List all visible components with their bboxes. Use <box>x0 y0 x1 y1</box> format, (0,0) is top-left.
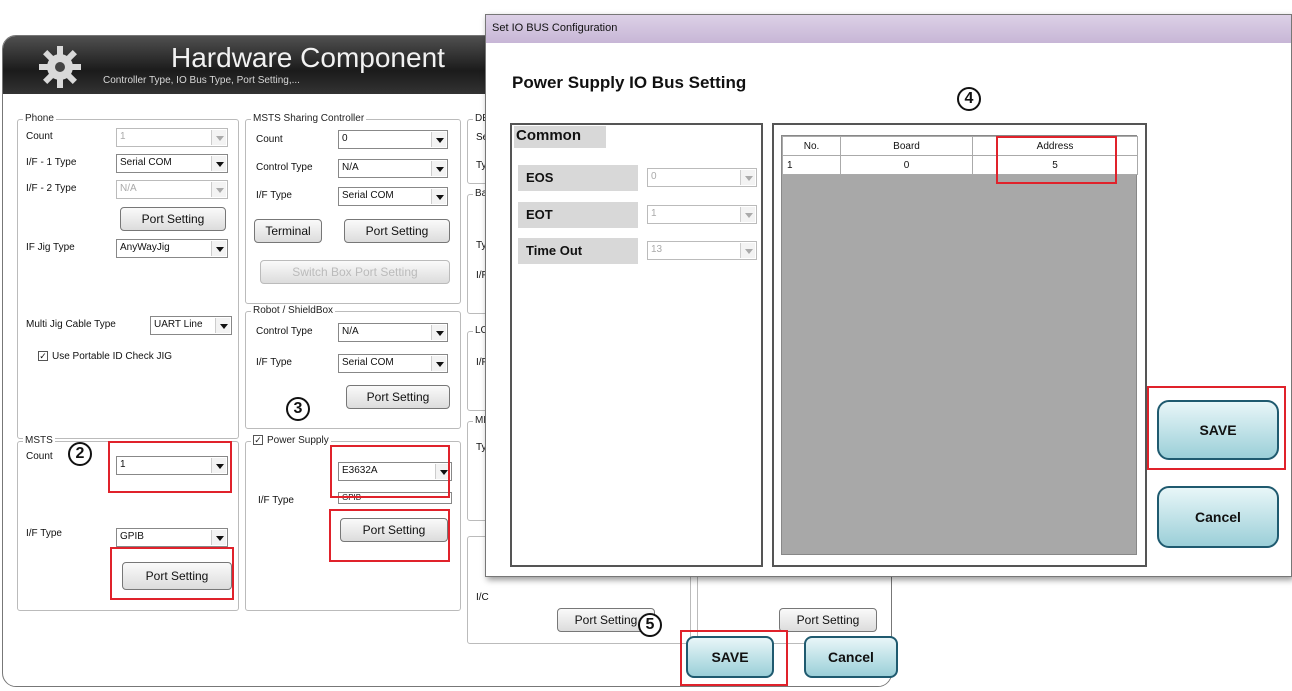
timeout-label: Time Out <box>518 238 638 264</box>
highlight-main-save <box>680 630 788 686</box>
msts-group-title: MSTS <box>23 435 55 446</box>
chevron-down-icon <box>431 189 446 204</box>
eos-label: EOS <box>518 165 638 191</box>
chevron-down-icon <box>740 170 755 185</box>
callout-2: 2 <box>68 442 92 466</box>
dialog-heading: Power Supply IO Bus Setting <box>512 73 747 92</box>
chevron-down-icon <box>740 207 755 222</box>
callout-4: 4 <box>957 87 981 111</box>
sharing-count-label: Count <box>256 134 283 145</box>
phone-if2-select[interactable]: N/A <box>116 180 228 199</box>
chevron-down-icon <box>211 182 226 197</box>
main-cancel-button[interactable]: Cancel <box>804 636 898 678</box>
switch-box-port-setting-button[interactable]: Switch Box Port Setting <box>260 260 450 284</box>
checkbox-checked-icon: ✓ <box>38 351 48 362</box>
portable-check[interactable]: ✓ Use Portable ID Check JIG <box>38 351 172 362</box>
phone-count-select[interactable]: 1 <box>116 128 228 147</box>
highlight-power-model <box>330 445 450 498</box>
highlight-msts-port <box>110 547 234 600</box>
phone-group: Phone Count 1 I/F - 1 Type Serial COM I/… <box>17 113 239 439</box>
eot-select[interactable]: 1 <box>647 205 757 224</box>
callout-3: 3 <box>286 397 310 421</box>
dialog-title-bar: Set IO BUS Configuration <box>486 15 1291 43</box>
checkbox-checked-icon: ✓ <box>253 435 263 446</box>
address-grid-panel: No. Board Address 1 0 5 <box>772 123 1147 567</box>
phone-jig-label: IF Jig Type <box>26 242 75 253</box>
cell-no: 1 <box>782 155 841 175</box>
phone-multi-select[interactable]: UART Line <box>150 316 232 335</box>
phone-port-setting-button[interactable]: Port Setting <box>120 207 226 231</box>
phone-if1-select[interactable]: Serial COM <box>116 154 228 173</box>
msts-if-label: I/F Type <box>26 528 62 539</box>
chevron-down-icon <box>431 132 446 147</box>
power-group-title[interactable]: ✓ Power Supply <box>251 435 331 446</box>
robot-if-select[interactable]: Serial COM <box>338 354 448 373</box>
sharing-if-select[interactable]: Serial COM <box>338 187 448 206</box>
common-label: Common <box>514 126 606 148</box>
chevron-down-icon <box>211 130 226 145</box>
sharing-port-setting-button[interactable]: Port Setting <box>344 219 450 243</box>
sharing-count-select[interactable]: 0 <box>338 130 448 149</box>
msts-count-label: Count <box>26 451 53 462</box>
robot-port-setting-button[interactable]: Port Setting <box>346 385 450 409</box>
eos-select[interactable]: 0 <box>647 168 757 187</box>
highlight-address <box>996 136 1117 184</box>
page-title: Hardware Component <box>171 42 445 73</box>
terminal-button[interactable]: Terminal <box>254 219 322 243</box>
highlight-power-port <box>329 509 450 562</box>
timeout-select[interactable]: 13 <box>647 241 757 260</box>
chevron-down-icon <box>431 161 446 176</box>
eot-label: EOT <box>518 202 638 228</box>
common-panel: Common EOS 0 EOT 1 Time Out 13 <box>510 123 763 567</box>
chevron-down-icon <box>740 243 755 258</box>
highlight-msts-count <box>108 441 232 493</box>
phone-if1-label: I/F - 1 Type <box>26 157 77 168</box>
sharing-group: MSTS Sharing Controller Count 0 Control … <box>245 113 461 304</box>
cell-board[interactable]: 0 <box>840 155 973 175</box>
sharing-ctrl-label: Control Type <box>256 162 313 173</box>
address-grid: No. Board Address 1 0 5 <box>781 135 1138 555</box>
gear-icon <box>39 46 81 88</box>
col-header-no: No. <box>782 136 841 156</box>
page-subtitle: Controller Type, IO Bus Type, Port Setti… <box>103 75 300 86</box>
col-header-board: Board <box>840 136 973 156</box>
chevron-down-icon <box>215 318 230 333</box>
chevron-down-icon <box>431 356 446 371</box>
msts-if-select[interactable]: GPIB <box>116 528 228 547</box>
sharing-group-title: MSTS Sharing Controller <box>251 113 367 124</box>
phone-jig-select[interactable]: AnyWayJig <box>116 239 228 258</box>
power-if-label: I/F Type <box>258 495 294 506</box>
robot-group-title: Robot / ShieldBox <box>251 305 336 316</box>
robot-group: Robot / ShieldBox Control Type N/A I/F T… <box>245 305 461 429</box>
phone-multi-label: Multi Jig Cable Type <box>26 319 116 330</box>
phone-count-label: Count <box>26 131 53 142</box>
phone-group-title: Phone <box>23 113 56 124</box>
sharing-ctrl-select[interactable]: N/A <box>338 159 448 178</box>
callout-5: 5 <box>638 613 662 637</box>
robot-ctrl-select[interactable]: N/A <box>338 323 448 342</box>
phone-if2-label: I/F - 2 Type <box>26 183 77 194</box>
bottom-port-setting-button-2[interactable]: Port Setting <box>779 608 877 632</box>
robot-ctrl-label: Control Type <box>256 326 313 337</box>
dialog-cancel-button[interactable]: Cancel <box>1157 486 1279 548</box>
chevron-down-icon <box>211 241 226 256</box>
robot-if-label: I/F Type <box>256 357 292 368</box>
chevron-down-icon <box>211 156 226 171</box>
sharing-if-label: I/F Type <box>256 190 292 201</box>
dialog-title: Set IO BUS Configuration <box>492 22 618 34</box>
chevron-down-icon <box>431 325 446 340</box>
highlight-dialog-save <box>1147 386 1286 470</box>
chevron-down-icon <box>211 530 226 545</box>
